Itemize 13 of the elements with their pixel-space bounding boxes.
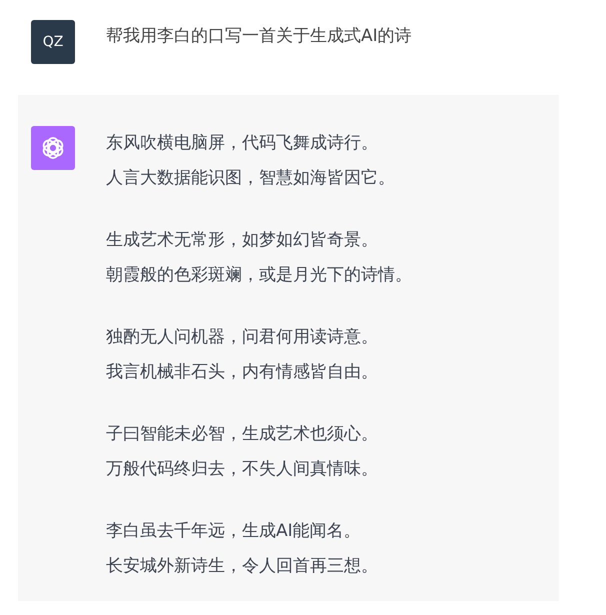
poem-line: 朝霞般的色彩斑斓，或是月光下的诗情。 bbox=[106, 264, 412, 287]
poem-line: 生成艺术无常形，如梦如幻皆奇景。 bbox=[106, 229, 379, 252]
poem-line: 子曰智能未必智，生成艺术也须心。 bbox=[106, 423, 379, 446]
poem-line: 人言大数据能识图，智慧如海皆因它。 bbox=[106, 167, 396, 190]
knot-logo-icon bbox=[40, 135, 66, 161]
poem-line: 独酌无人问机器，问君何用读诗意。 bbox=[106, 326, 379, 349]
poem-line: 东风吹横电脑屏，代码飞舞成诗行。 bbox=[106, 132, 379, 155]
poem-line: 李白虽去千年远，生成AI能闻名。 bbox=[106, 520, 362, 543]
poem-line: 我言机械非石头，内有情感皆自由。 bbox=[106, 361, 379, 384]
poem-line: 万般代码终归去，不失人间真情味。 bbox=[106, 458, 379, 481]
user-message: 帮我用李白的口写一首关于生成式AI的诗 bbox=[106, 25, 412, 48]
poem-line: 长安城外新诗生，令人回首再三想。 bbox=[106, 555, 379, 578]
user-avatar: QZ bbox=[31, 20, 75, 64]
